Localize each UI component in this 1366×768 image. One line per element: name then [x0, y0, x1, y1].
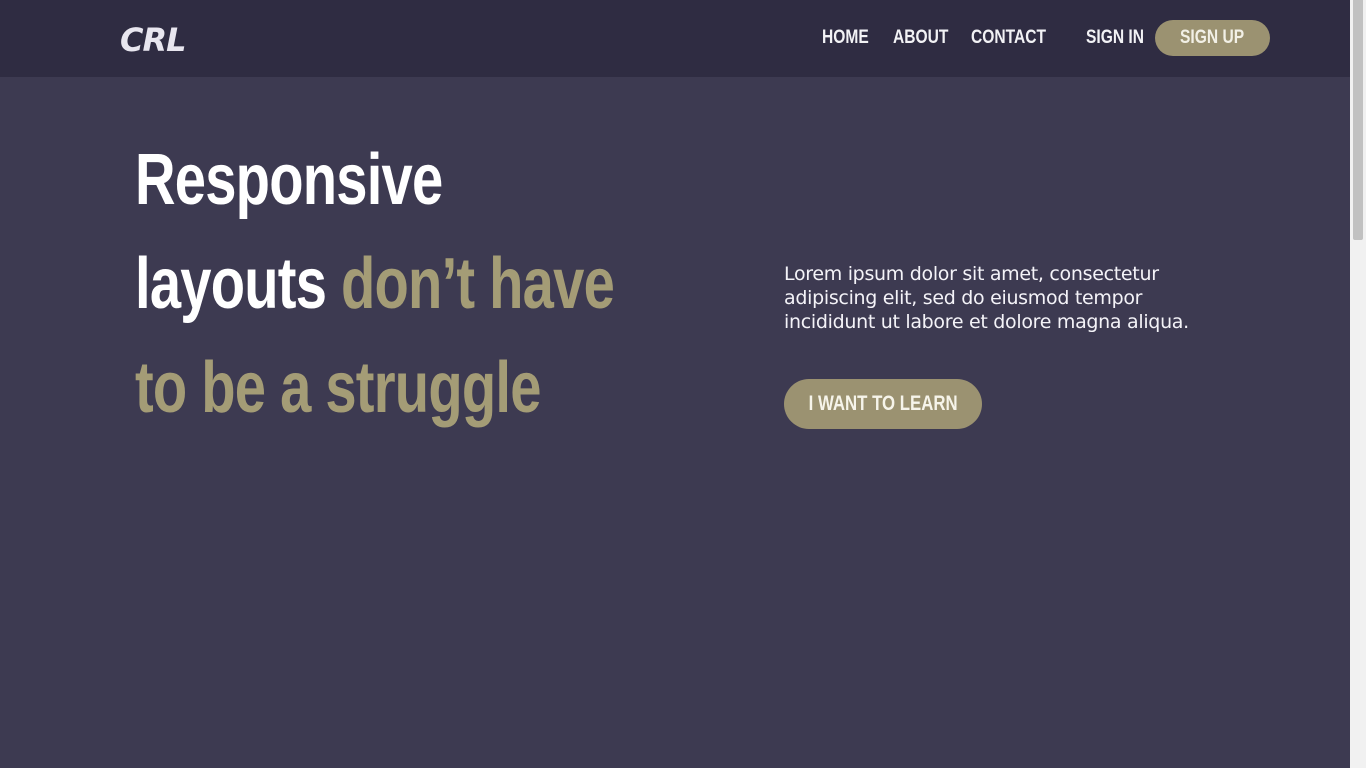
hero-description: Lorem ipsum dolor sit amet, consectetur … — [784, 263, 1189, 333]
headline-plain-text: layouts — [135, 244, 327, 324]
learn-cta-label: I WANT TO LEARN — [808, 392, 958, 415]
nav-about-link[interactable]: ABOUT — [893, 26, 948, 50]
page-scrollbar[interactable] — [1350, 0, 1366, 768]
logo[interactable]: CRL — [120, 20, 187, 60]
nav-contact-link[interactable]: CONTACT — [971, 26, 1046, 50]
headline-line-2: layouts don’t have — [135, 232, 619, 336]
sign-up-button[interactable]: SIGN UP — [1155, 20, 1270, 56]
nav-home-link[interactable]: HOME — [822, 26, 869, 50]
hero-headline: Responsive layouts don’t have to be a st… — [135, 128, 755, 440]
learn-cta-button[interactable]: I WANT TO LEARN — [784, 379, 982, 429]
site-header: CRL HOME ABOUT CONTACT SIGN IN SIGN UP — [0, 0, 1350, 77]
headline-accent-text: don’t have — [340, 244, 615, 324]
sign-in-link[interactable]: SIGN IN — [1086, 26, 1144, 50]
sign-up-label: SIGN UP — [1180, 27, 1245, 48]
headline-line-1: Responsive — [135, 140, 443, 220]
scrollbar-thumb[interactable] — [1353, 0, 1363, 240]
headline-line-3: to be a struggle — [135, 348, 541, 428]
